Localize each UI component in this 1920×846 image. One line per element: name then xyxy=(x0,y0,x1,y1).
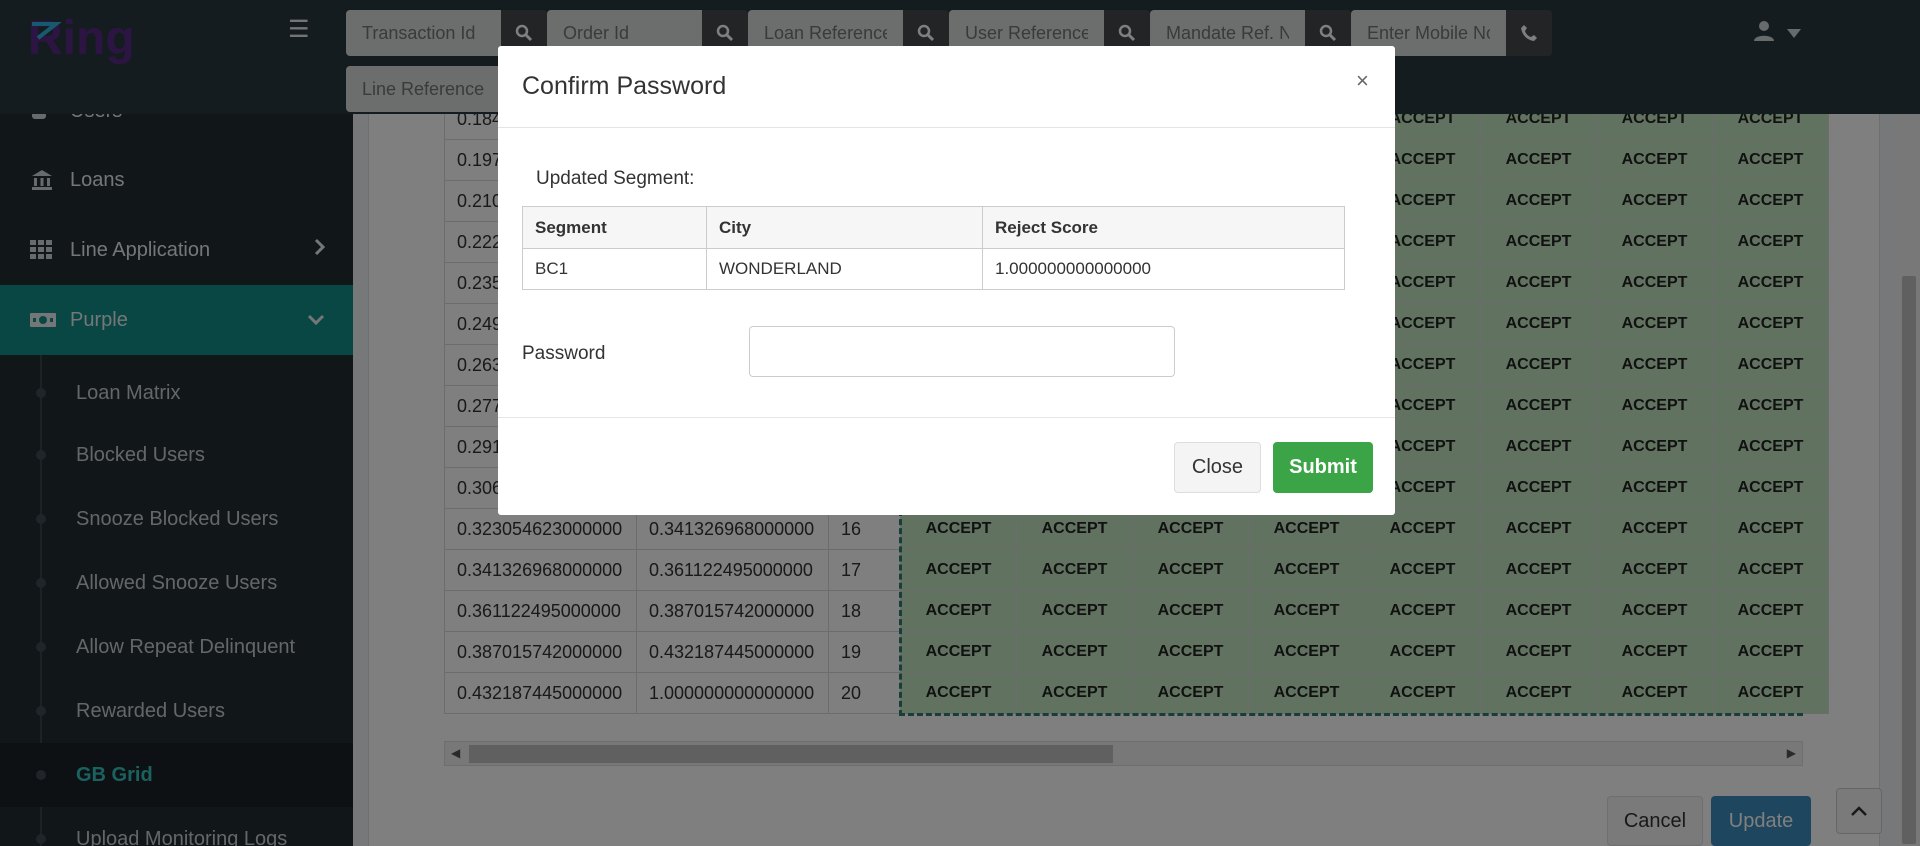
close-button[interactable]: Close xyxy=(1174,442,1261,493)
reject-score-cell: 1.000000000000000 xyxy=(982,248,1345,290)
modal-header: Confirm Password × xyxy=(498,46,1395,128)
password-label: Password xyxy=(522,343,606,364)
segment-table: Segment City Reject Score BC1 WONDERLAND… xyxy=(522,206,1345,290)
table-row: BC1 WONDERLAND 1.000000000000000 xyxy=(522,248,1345,290)
updated-segment-label: Updated Segment: xyxy=(536,168,695,189)
table-header-row: Segment City Reject Score xyxy=(522,206,1345,249)
column-header: Reject Score xyxy=(982,206,1345,249)
modal-title: Confirm Password xyxy=(522,72,727,100)
segment-cell: BC1 xyxy=(522,248,707,290)
submit-button[interactable]: Submit xyxy=(1273,442,1373,493)
column-header: City xyxy=(706,206,983,249)
confirm-password-modal: Confirm Password × Updated Segment: Segm… xyxy=(498,46,1395,515)
city-cell: WONDERLAND xyxy=(706,248,983,290)
close-icon[interactable]: × xyxy=(1356,68,1369,94)
password-input[interactable] xyxy=(749,326,1175,377)
app-window: 0.184ACCEPTACCEPTACCEPTACCEPTACCEPTACCEP… xyxy=(0,0,1920,846)
modal-footer-divider xyxy=(498,417,1395,418)
column-header: Segment xyxy=(522,206,707,249)
